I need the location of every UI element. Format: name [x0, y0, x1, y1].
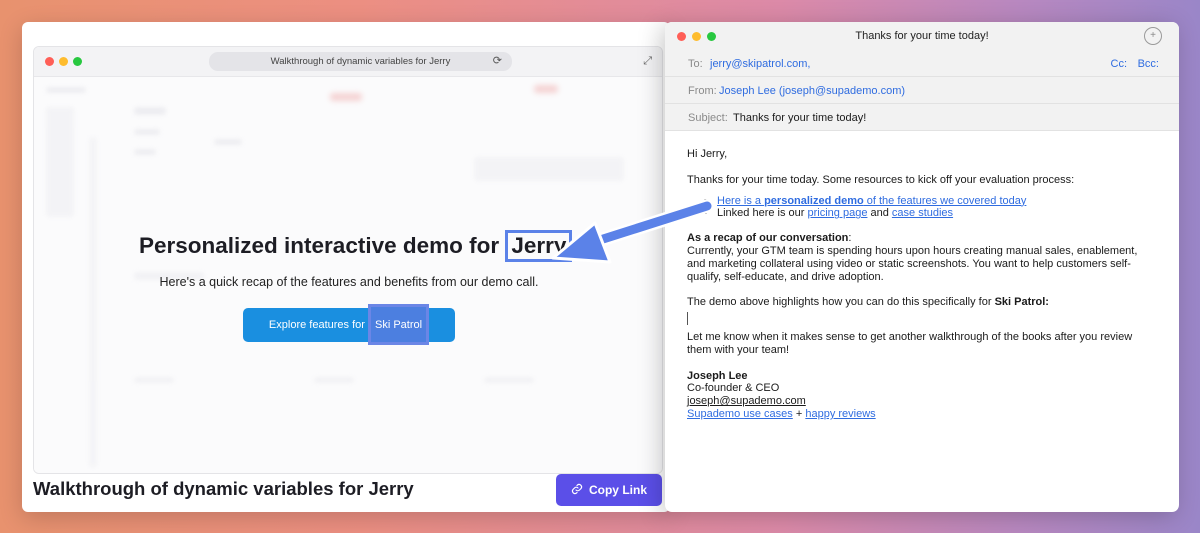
pricing-page-link[interactable]: pricing page [808, 207, 868, 219]
cc-button[interactable]: Cc: [1111, 58, 1128, 70]
list-item: Here is a personalized demo of the featu… [717, 195, 1157, 208]
demo-line: The demo above highlights how you can do… [687, 296, 1049, 309]
from-label: From: [688, 85, 717, 97]
list-item: Linked here is our pricing page and case… [717, 207, 1157, 220]
signature-name: Joseph Lee [687, 369, 748, 382]
case-studies-link[interactable]: case studies [892, 207, 953, 219]
signature-email-link[interactable]: joseph@supademo.com [687, 395, 806, 407]
greeting: Hi Jerry, [687, 148, 728, 160]
happy-reviews-link[interactable]: happy reviews [805, 408, 875, 420]
use-cases-link[interactable]: Supademo use cases [687, 408, 793, 420]
add-contact-icon[interactable]: + [1144, 27, 1162, 45]
to-label: To: [688, 58, 703, 70]
bcc-button[interactable]: Bcc: [1138, 58, 1159, 70]
url-title: Walkthrough of dynamic variables for Jer… [270, 56, 451, 67]
from-row: From: Joseph Lee (joseph@supademo.com) [665, 77, 1179, 104]
to-row: To: jerry@skipatrol.com, Cc: Bcc: [665, 50, 1179, 77]
url-bar[interactable]: Walkthrough of dynamic variables for Jer… [209, 52, 512, 71]
link-icon [571, 483, 583, 498]
button-prefix: Explore features for [268, 319, 368, 331]
heading-prefix: Personalized interactive demo for [139, 233, 506, 258]
personalized-demo-link[interactable]: Here is a personalized demo of the featu… [717, 195, 1026, 207]
demo-page-card: Walkthrough of dynamic variables for Jer… [22, 22, 670, 512]
close-dot[interactable] [45, 57, 54, 66]
demo-embed[interactable]: Walkthrough of dynamic variables for Jer… [33, 46, 663, 474]
explore-features-button[interactable]: Explore features for Ski Patrol [243, 304, 455, 345]
text-cursor [687, 312, 1157, 327]
copy-link-button[interactable]: Copy Link [556, 474, 662, 506]
subject-label: Subject: [688, 112, 728, 124]
copy-link-label: Copy Link [588, 483, 647, 497]
intro-text: Thanks for your time today. Some resourc… [687, 173, 1075, 186]
zoom-dot[interactable] [73, 57, 82, 66]
mail-titlebar: Thanks for your time today! + [665, 22, 1179, 50]
signature: Joseph Lee Co-founder & CEO joseph@supad… [687, 369, 876, 420]
reload-icon[interactable]: ⟳ [493, 52, 502, 71]
subject-field[interactable]: Thanks for your time today! [733, 112, 866, 124]
closing-text: Let me know when it makes sense to get a… [687, 330, 1133, 356]
mail-body[interactable]: Hi Jerry, Thanks for your time today. So… [665, 131, 1179, 438]
name-variable-highlight: Jerry [505, 230, 573, 262]
page-title: Walkthrough of dynamic variables for Jer… [33, 478, 414, 499]
mail-compose-window: Thanks for your time today! + To: jerry@… [665, 22, 1179, 512]
signature-title: Co-founder & CEO [687, 382, 780, 395]
demo-subtitle: Here's a quick recap of the features and… [159, 275, 539, 289]
demo-heading: Personalized interactive demo for Jerry [139, 230, 573, 262]
mail-window-title: Thanks for your time today! [855, 30, 989, 42]
to-field[interactable]: jerry@skipatrol.com, [710, 58, 810, 70]
expand-icon[interactable]: ⤢ [643, 55, 652, 68]
company-variable-highlight: Ski Patrol [367, 304, 430, 345]
subject-row: Subject: Thanks for your time today! [665, 104, 1179, 131]
from-field[interactable]: Joseph Lee (joseph@supademo.com) [719, 85, 905, 97]
resource-list: Here is a personalized demo of the featu… [717, 195, 1157, 221]
recap-paragraph: As a recap of our conversation: Currently… [687, 232, 1138, 283]
minimize-dot[interactable] [59, 57, 68, 66]
browser-toolbar: Walkthrough of dynamic variables for Jer… [34, 47, 662, 77]
